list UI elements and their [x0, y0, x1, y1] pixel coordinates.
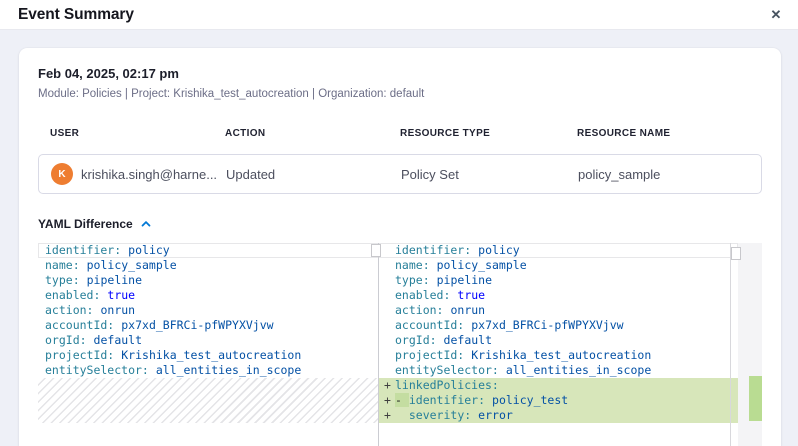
chevron-up-icon[interactable] — [140, 218, 152, 230]
table-row: K krishika.singh@harne... Updated Policy… — [38, 154, 762, 194]
yaml-line: identifier:policy — [38, 243, 378, 258]
yaml-line: name:policy_sample — [38, 258, 378, 273]
yaml-added-line: +linkedPolicies: — [379, 378, 738, 393]
user-email: krishika.singh@harne... — [81, 167, 217, 182]
event-meta: Module: Policies | Project: Krishika_tes… — [38, 88, 762, 100]
yaml-added-line: + severity:error — [379, 408, 738, 423]
yaml-line: identifier:policy — [379, 243, 738, 258]
cursor-marker — [731, 247, 741, 260]
yaml-line: enabled:true — [379, 288, 738, 303]
yaml-line: orgId:default — [379, 333, 738, 348]
editor-scrollbar-border — [730, 243, 731, 446]
yaml-line: projectId:Krishika_test_autocreation — [38, 348, 378, 363]
column-header-action: ACTION — [225, 128, 400, 139]
page-title: Event Summary — [18, 6, 134, 24]
avatar-initial: K — [58, 169, 65, 180]
yaml-line: orgId:default — [38, 333, 378, 348]
yaml-added-line: +- identifier:policy_test — [379, 393, 738, 408]
diff-hatch-region — [38, 378, 378, 423]
column-header-resource-name: RESOURCE NAME — [577, 128, 762, 139]
diff-left-pane[interactable]: identifier:policy name:policy_sample typ… — [38, 243, 378, 446]
resource-name-cell: policy_sample — [578, 167, 761, 182]
event-timestamp: Feb 04, 2025, 02:17 pm — [38, 66, 762, 81]
yaml-line: accountId:px7xd_BFRCi-pfWPYXVjvw — [379, 318, 738, 333]
cursor-marker — [371, 244, 381, 257]
yaml-line: entitySelector:all_entities_in_scope — [38, 363, 378, 378]
yaml-line: action:onrun — [38, 303, 378, 318]
yaml-line: accountId:px7xd_BFRCi-pfWPYXVjvw — [38, 318, 378, 333]
close-icon[interactable]: ✕ — [764, 3, 788, 27]
modal-body: Feb 04, 2025, 02:17 pm Module: Policies … — [0, 30, 798, 446]
yaml-line: type:pipeline — [379, 273, 738, 288]
table-header-row: USER ACTION RESOURCE TYPE RESOURCE NAME — [38, 128, 762, 139]
overview-ruler[interactable] — [738, 243, 762, 446]
yaml-line: enabled:true — [38, 288, 378, 303]
user-avatar: K — [51, 163, 73, 185]
header-bar: Event Summary ✕ — [0, 0, 798, 30]
added-region-marker — [749, 376, 762, 421]
yaml-line: name:policy_sample — [379, 258, 738, 273]
user-cell: K krishika.singh@harne... — [51, 163, 226, 185]
event-card: Feb 04, 2025, 02:17 pm Module: Policies … — [19, 48, 781, 446]
audit-table: USER ACTION RESOURCE TYPE RESOURCE NAME … — [38, 128, 762, 194]
yaml-line: type:pipeline — [38, 273, 378, 288]
yaml-difference-label: YAML Difference — [38, 217, 133, 231]
yaml-line: action:onrun — [379, 303, 738, 318]
yaml-line: projectId:Krishika_test_autocreation — [379, 348, 738, 363]
yaml-difference-section-header: YAML Difference — [38, 217, 762, 231]
resource-type-cell: Policy Set — [401, 167, 578, 182]
column-header-user: USER — [50, 128, 225, 139]
yaml-line: entitySelector:all_entities_in_scope — [379, 363, 738, 378]
diff-right-pane[interactable]: identifier:policy name:policy_sample typ… — [379, 243, 738, 446]
yaml-diff-editor: identifier:policy name:policy_sample typ… — [38, 243, 762, 446]
column-header-resource-type: RESOURCE TYPE — [400, 128, 577, 139]
action-cell: Updated — [226, 167, 401, 182]
